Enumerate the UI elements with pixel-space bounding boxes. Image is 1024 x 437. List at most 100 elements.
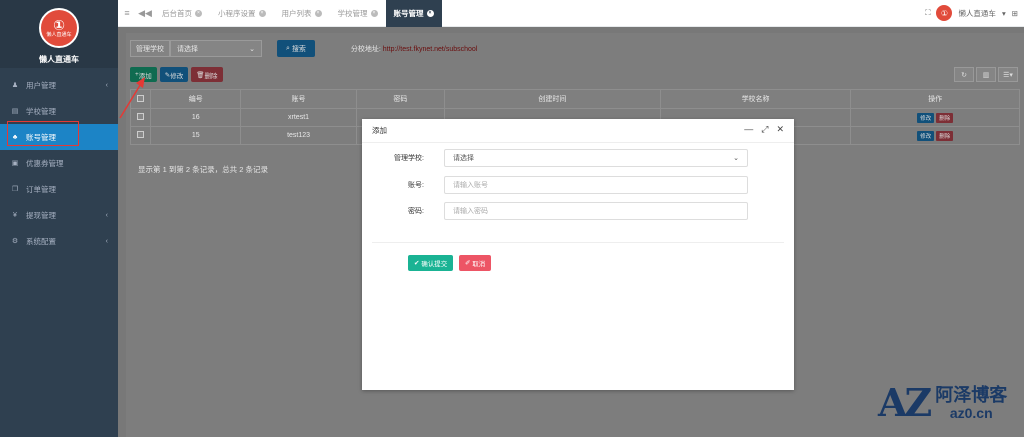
row-delete-button[interactable]: 删除 (936, 130, 954, 141)
tab-0[interactable]: 后台首页 × (154, 0, 210, 27)
table-tools: ↻ ▥ ☰▾ (952, 67, 1018, 82)
delete-label: 删除 (204, 72, 218, 80)
row-delete-button[interactable]: 删除 (936, 112, 954, 123)
sidebar-item-3[interactable]: ▣ 优惠券管理 (0, 150, 118, 176)
address-label: 分校地址: (350, 45, 381, 53)
column-header[interactable]: 学校名称 (659, 89, 852, 109)
chevron-left-icon: ‹ (105, 81, 108, 89)
ticket-icon: ▣ (11, 160, 19, 167)
address-info: 分校地址: http://test.fkynet.net/subschool (351, 44, 477, 54)
row-edit-button[interactable]: 修改 (917, 112, 935, 123)
close-tab-icon[interactable]: × (195, 9, 202, 17)
cancel-button[interactable]: ✐ 取消 (459, 255, 492, 271)
delete-button[interactable]: 🗑 删除 (191, 67, 223, 82)
cancel-label: 取消 (472, 261, 486, 268)
chevron-left-icon: ‹ (105, 237, 108, 245)
tab-3[interactable]: 学校管理 × (330, 0, 386, 27)
column-header[interactable]: 操作 (850, 89, 1020, 109)
tab-label: 账号管理 (393, 8, 424, 18)
minimize-icon[interactable]: — (744, 124, 753, 135)
search-row: 管理学校 请选择 ⌄ ⌕ 搜索 分校地址: http://test.fkynet… (130, 40, 477, 57)
menu-icon[interactable]: ≡ (118, 8, 136, 18)
school-filter-select[interactable]: 请选择 ⌄ (170, 40, 262, 57)
close-tab-icon[interactable]: × (370, 9, 378, 17)
sidebar-item-label: 优惠券管理 (26, 158, 64, 168)
maximize-icon[interactable]: ⤢ (761, 124, 768, 135)
school-filter-label: 管理学校 (130, 40, 170, 57)
brand-name: 懒人直通车 (39, 55, 79, 64)
caret-down-icon[interactable]: ▾ (1002, 9, 1006, 18)
eraser-icon: ✐ (465, 260, 473, 267)
account-input[interactable]: 请输入账号 (444, 176, 748, 194)
check-icon: ✔ (414, 260, 422, 267)
trash-icon: 🗑 (196, 71, 205, 79)
edit-label: 修改 (170, 72, 184, 80)
account-cell: xrtest1 (240, 108, 357, 127)
tab-label: 后台首页 (162, 8, 192, 18)
search-button-label: 搜索 (291, 45, 306, 53)
row-checkbox[interactable] (137, 131, 145, 138)
column-header[interactable]: 密码 (355, 89, 446, 109)
watermark-title: 阿泽博客 (935, 385, 1008, 405)
account-row: 账号: 请输入账号 (362, 176, 794, 194)
watermark-text: 阿泽博客 az0.cn (935, 385, 1007, 421)
logo-glyph: ① (53, 17, 65, 33)
row-edit-button[interactable]: 修改 (917, 130, 935, 141)
fullscreen-icon[interactable]: ⛶ (925, 8, 930, 18)
refresh-icon[interactable]: ↻ (954, 67, 974, 82)
sidebar-item-label: 订单管理 (26, 184, 56, 194)
password-input[interactable]: 请输入密码 (444, 202, 748, 220)
search-button[interactable]: ⌕ 搜索 (277, 40, 315, 57)
column-header[interactable]: 创建时间 (444, 89, 661, 109)
tab-label: 学校管理 (337, 8, 368, 18)
id-cell: 16 (150, 108, 242, 127)
logout-icon[interactable]: ⊞ (1012, 9, 1018, 18)
tab-4[interactable]: 账号管理 × (385, 0, 442, 27)
chevron-left-icon: ‹ (105, 211, 108, 219)
tab-1[interactable]: 小程序设置 × (210, 0, 274, 27)
sidebar-item-5[interactable]: ¥ 提现管理 ‹ (0, 202, 118, 228)
toggle-view-icon[interactable]: ▥ (976, 67, 996, 82)
tab-2[interactable]: 用户列表 × (274, 0, 330, 27)
edit-button[interactable]: ✎ 修改 (159, 67, 189, 82)
gear-icon: ⚙ (11, 238, 19, 245)
sidebar-item-0[interactable]: ♟ 用户管理 ‹ (0, 72, 118, 98)
close-tab-icon[interactable]: × (426, 9, 434, 17)
sidebar-item-label: 系统配置 (26, 236, 56, 246)
actions-cell: 修改 删除 (850, 108, 1020, 127)
sidebar-item-label: 提现管理 (26, 210, 56, 220)
row-select-cell[interactable] (129, 126, 152, 145)
username[interactable]: 懒人直通车 (958, 8, 996, 19)
document-icon: ▤ (11, 108, 19, 115)
sidebar-nav: ♟ 用户管理 ‹ ▤ 学校管理 ♣ 账号管理 ▣ 优惠券管理 ❐ 订单管理 ¥ 提现管理 ‹ ⚙ 系统配置 ‹ (0, 72, 118, 254)
chevron-down-icon: ⌄ (249, 45, 255, 53)
pagination-info: 显示第 1 到第 2 条记录，总共 2 条记录 (138, 165, 269, 174)
actions-cell: 修改 删除 (850, 126, 1020, 145)
id-cell: 15 (150, 126, 242, 145)
column-header[interactable]: 账号 (240, 89, 357, 109)
column-header[interactable]: 编号 (150, 89, 242, 109)
close-tab-icon[interactable]: × (314, 9, 322, 17)
school-select[interactable]: 请选择 ⌄ (444, 149, 748, 167)
columns-icon[interactable]: ☰▾ (998, 67, 1018, 82)
close-icon[interactable]: ✕ (776, 124, 784, 135)
copy-icon: ❐ (11, 186, 19, 193)
close-tab-icon[interactable]: × (258, 9, 266, 17)
avatar[interactable]: ① (936, 5, 953, 21)
password-row: 密码: 请输入密码 (362, 202, 794, 220)
dialog-divider (372, 242, 784, 243)
sidebar-item-4[interactable]: ❐ 订单管理 (0, 176, 118, 202)
sidebar-item-6[interactable]: ⚙ 系统配置 ‹ (0, 228, 118, 254)
prev-tab-icon[interactable]: ◀◀ (136, 8, 154, 19)
school-row: 管理学校: 请选择 ⌄ (362, 149, 794, 167)
user-icon: ♟ (11, 82, 19, 89)
school-field-label: 管理学校: (394, 155, 424, 162)
confirm-label: 确认提交 (421, 261, 448, 268)
tab-strip: 后台首页 × 小程序设置 × 用户列表 × 学校管理 × 账号管理 × (154, 0, 442, 27)
dialog-tools: — ⤢ ✕ (744, 124, 784, 135)
address-url[interactable]: http://test.fkynet.net/subschool (383, 46, 478, 53)
confirm-button[interactable]: ✔ 确认提交 (408, 255, 454, 271)
watermark-url: az0.cn (949, 405, 993, 421)
sidebar: ① 懒人直通车 懒人直通车 ♟ 用户管理 ‹ ▤ 学校管理 ♣ 账号管理 ▣ 优惠券管理 ❐ 订单管… (0, 0, 118, 437)
chevron-down-icon: ⌄ (733, 155, 739, 162)
